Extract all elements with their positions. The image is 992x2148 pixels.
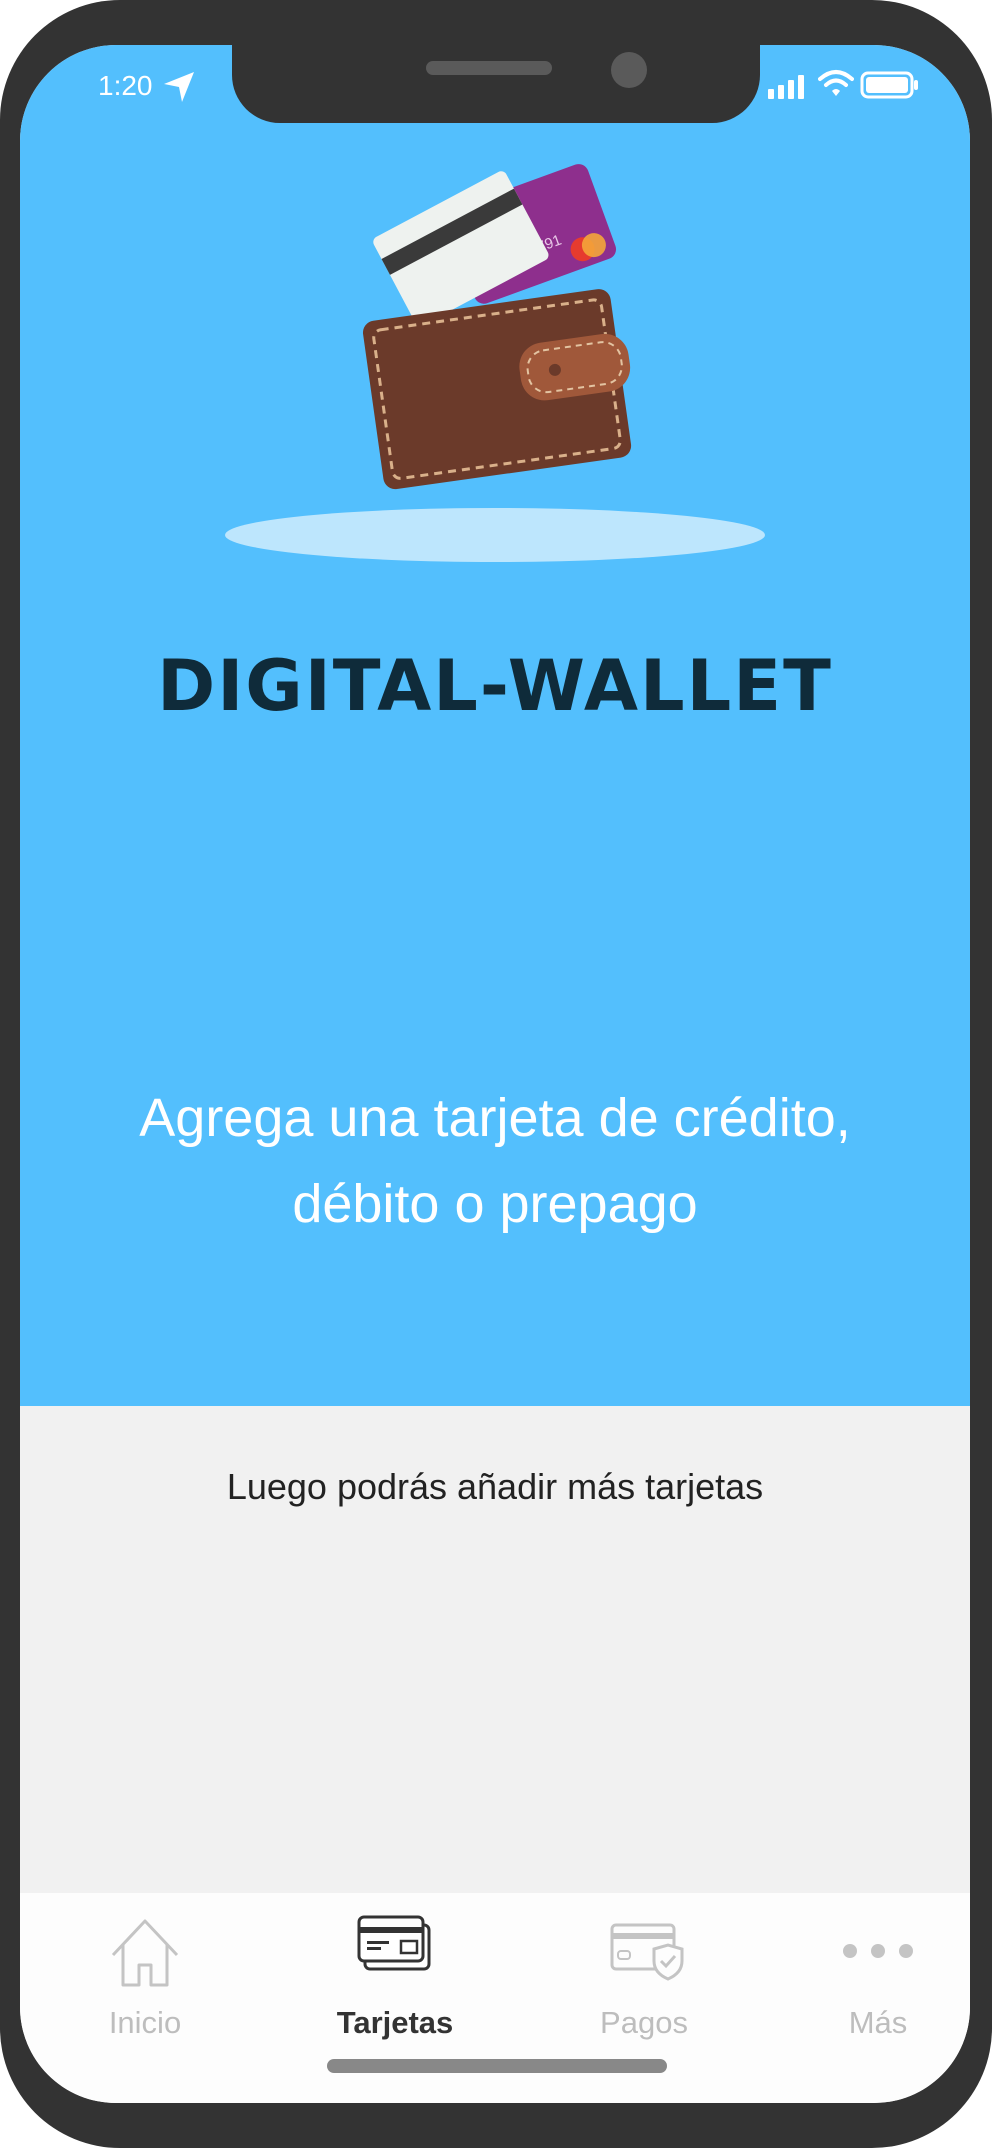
tab-tarjetas[interactable]: Tarjetas	[295, 1893, 495, 2073]
tab-label-pagos: Pagos	[600, 2005, 688, 2040]
wallet-with-cards-icon: 0007 6791	[362, 164, 632, 490]
speaker	[426, 61, 552, 75]
headline: Agrega una tarjeta de crédito, débito o …	[139, 1088, 851, 1234]
tab-label-mas: Más	[848, 2005, 908, 2040]
cards-icon	[357, 1915, 431, 1971]
phone-screen: 1:20 6791 DIGITAL-WALLET Agrega una tarj…	[20, 45, 970, 2103]
app-title: DIGITAL-WALLET	[157, 645, 833, 727]
tab-mas[interactable]: Más	[778, 1893, 970, 2073]
tab-label-inicio: Inicio	[108, 2005, 182, 2040]
status-time: 1:20	[98, 70, 153, 101]
battery-icon	[860, 71, 918, 99]
illustration-shadow	[225, 508, 765, 562]
home-indicator[interactable]	[327, 2059, 667, 2073]
home-icon	[111, 1919, 179, 1987]
subtitle: Luego podrás añadir más tarjetas	[226, 1466, 764, 1507]
location-arrow-icon	[164, 72, 194, 102]
signal-icon	[768, 75, 804, 99]
secure-payment-icon	[610, 1923, 684, 1981]
more-dots-icon	[843, 1944, 913, 1958]
tab-pagos[interactable]: Pagos	[544, 1893, 744, 2073]
tab-inicio[interactable]: Inicio	[45, 1893, 245, 2073]
hero-section: 1:20 6791 DIGITAL-WALLET Agrega una tarj…	[20, 45, 970, 1406]
tab-label-tarjetas: Tarjetas	[336, 2005, 454, 2040]
camera	[611, 52, 647, 88]
wifi-icon	[818, 70, 854, 96]
phone-notch	[232, 45, 760, 123]
phone-frame: 1:20 6791 DIGITAL-WALLET Agrega una tarj…	[0, 0, 992, 2148]
